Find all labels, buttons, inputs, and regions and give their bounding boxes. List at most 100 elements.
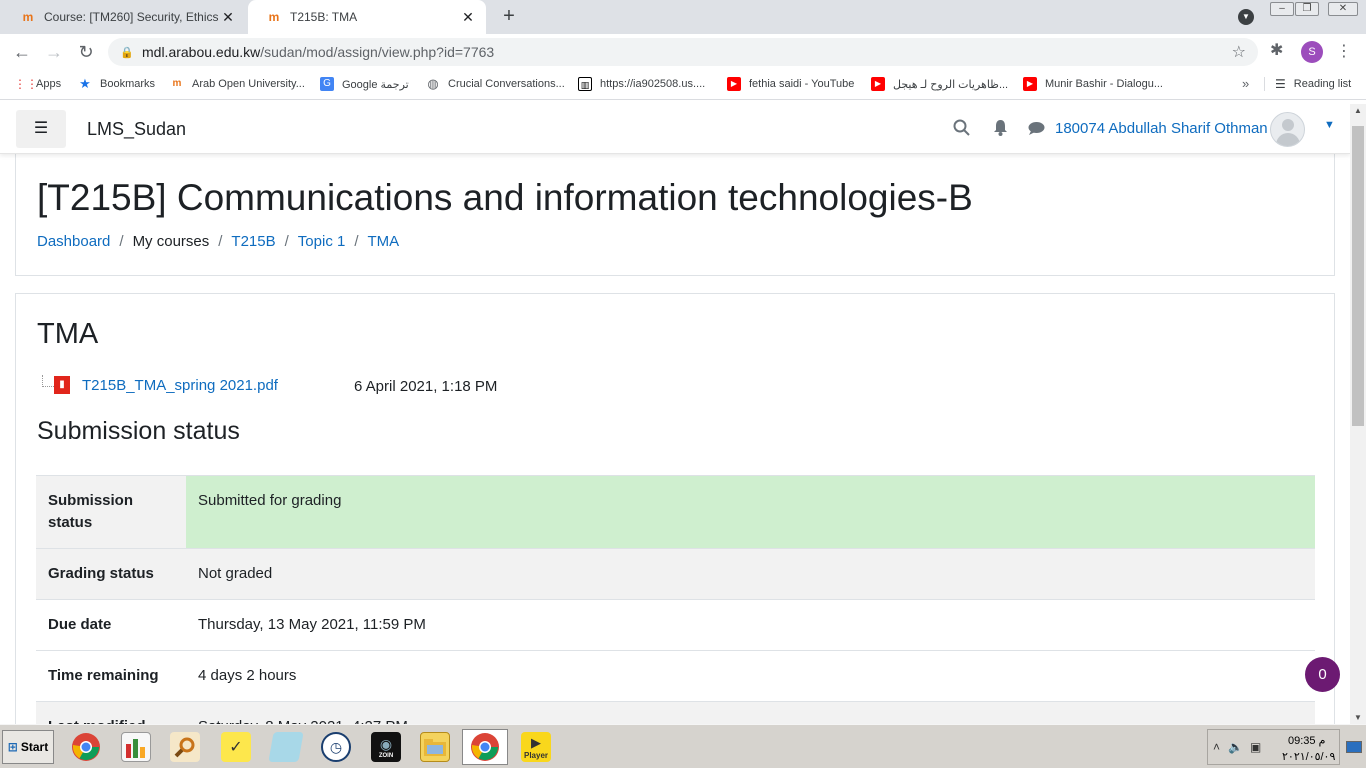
taskbar-sticky-notes[interactable]: ✓ [213, 729, 259, 765]
bookmark-bookmarks[interactable]: ★ Bookmarks [78, 77, 155, 91]
site-name[interactable]: LMS_Sudan [87, 119, 186, 140]
minimize-button[interactable]: – [1270, 2, 1294, 16]
player-icon: ▶ Player [521, 732, 551, 762]
restore-button[interactable]: ❐ [1295, 2, 1319, 16]
sticky-note-icon: ✓ [221, 732, 251, 762]
taskbar-glass-app[interactable] [263, 729, 309, 765]
show-hidden-icons-icon[interactable]: ˄ [1213, 740, 1220, 754]
reading-list-label: Reading list [1293, 78, 1352, 90]
tab-search-icon[interactable]: ▼ [1238, 9, 1254, 25]
notification-bell-icon[interactable] [993, 119, 1008, 140]
user-name[interactable]: 180074 Abdullah Sharif Othman [1055, 120, 1268, 137]
address-bar[interactable]: 🔒 mdl.arabou.edu.kw/sudan/mod/assign/vie… [108, 38, 1258, 66]
bookmark-aou[interactable]: m Arab Open University... [170, 77, 305, 91]
breadcrumb-course[interactable]: T215B [231, 233, 275, 250]
bookmark-youtube-munir[interactable]: ▶ Munir Bashir - Dialogu... [1023, 77, 1163, 91]
bookmark-youtube-fethia[interactable]: ▶ fethia saidi - YouTube [727, 77, 854, 91]
more-bookmarks-icon[interactable]: » [1242, 76, 1249, 91]
browser-tab[interactable]: m Course: [TM260] Security, Ethics and ✕ [2, 0, 246, 34]
browser-tab-active[interactable]: m T215B: TMA ✕ [248, 0, 486, 34]
youtube-icon: ▶ [1023, 77, 1037, 91]
taskbar-chart-app[interactable] [113, 729, 159, 765]
back-arrow-icon[interactable]: ← [10, 40, 34, 64]
taskbar-zoin[interactable]: ◉ ZOIN [363, 729, 409, 765]
avatar[interactable] [1270, 112, 1305, 147]
google-translate-icon: G [320, 77, 334, 91]
taskbar-chrome[interactable] [63, 729, 109, 765]
player-label: Player [523, 750, 549, 760]
file-link[interactable]: T215B_TMA_spring 2021.pdf [82, 377, 278, 394]
bookmark-label: fethia saidi - YouTube [749, 78, 855, 90]
breadcrumb-activity[interactable]: TMA [368, 233, 400, 250]
clock-time[interactable]: 09:35 م [1288, 734, 1325, 747]
volume-icon[interactable]: 🔈 [1228, 740, 1243, 754]
network-icon[interactable]: ▣ [1250, 740, 1261, 754]
bookmark-star-icon[interactable]: ☆ [1232, 42, 1246, 62]
chrome-icon [471, 733, 499, 761]
star-icon: ★ [79, 76, 91, 91]
bookmark-label: Google ترجمة [342, 78, 409, 91]
due-date-value: Thursday, 13 May 2021, 11:59 PM [186, 599, 1315, 651]
bookmark-archive[interactable]: ▥ https://ia902508.us.... [578, 77, 705, 91]
start-label: Start [20, 740, 49, 754]
close-tab-icon[interactable]: ✕ [460, 9, 476, 26]
time-remaining-value: 4 days 2 hours [186, 650, 1315, 702]
reload-icon[interactable]: ↻ [74, 40, 98, 64]
bookmark-youtube-hegel[interactable]: ▶ ظاهريات الروح لـ هيجل... [871, 77, 1008, 91]
taskbar-explorer[interactable] [412, 729, 458, 765]
browser-menu-icon[interactable]: ⋮ [1336, 41, 1352, 61]
menu-hamburger-icon[interactable]: ☰ [16, 110, 66, 148]
scroll-down-arrow-icon[interactable]: ▼ [1350, 713, 1366, 722]
browser-toolbar: ← → ↻ 🔒 mdl.arabou.edu.kw/sudan/mod/assi… [0, 34, 1366, 70]
profile-avatar[interactable]: S [1301, 41, 1323, 63]
scroll-thumb[interactable] [1352, 126, 1364, 426]
tree-connector [42, 375, 54, 387]
bookmark-label: Bookmarks [100, 78, 156, 90]
bookmark-crucial[interactable]: ◍ Crucial Conversations... [426, 77, 565, 91]
clock-date[interactable]: ٢٠٢١/٠٥/٠٩ [1282, 750, 1335, 763]
table-row: Last modified Saturday, 8 May 2021, 4:27… [36, 701, 1315, 724]
moodle-icon: m [22, 10, 34, 24]
taskbar-clock-app[interactable]: ◷ [313, 729, 359, 765]
page-header: [T215B] Communications and information t… [15, 154, 1335, 276]
bookmark-label: Crucial Conversations... [448, 78, 565, 90]
tab-title: T215B: TMA [290, 10, 358, 24]
reading-list-icon: ☰ [1275, 77, 1286, 91]
new-tab-button[interactable]: + [498, 5, 520, 27]
show-desktop-button[interactable] [1346, 741, 1362, 753]
breadcrumb: Dashboard / My courses / T215B / Topic 1/TMA [37, 233, 400, 250]
youtube-icon: ▶ [871, 77, 885, 91]
close-window-button[interactable]: ✕ [1328, 2, 1358, 16]
scrollbar[interactable]: ▲ ▼ [1350, 104, 1366, 724]
url-path: /sudan/mod/assign/view.php?id=7763 [260, 44, 495, 60]
breadcrumb-topic[interactable]: Topic 1 [298, 233, 346, 250]
archive-icon: ▥ [578, 77, 592, 91]
scroll-up-arrow-icon[interactable]: ▲ [1350, 106, 1366, 115]
close-tab-icon[interactable]: ✕ [220, 9, 236, 26]
extensions-puzzle-icon[interactable]: ✱ [1270, 40, 1283, 60]
bookmark-apps[interactable]: ⋮⋮ Apps [14, 77, 61, 91]
chat-bubble-icon[interactable] [1028, 121, 1045, 140]
row-label: Time remaining [36, 650, 186, 702]
forward-arrow-icon[interactable]: → [42, 40, 66, 64]
start-button[interactable]: ⊞ Start [2, 730, 54, 764]
taskbar-search-app[interactable] [162, 729, 208, 765]
search-icon[interactable] [953, 119, 970, 140]
taskbar-chrome-active[interactable] [462, 729, 508, 765]
reading-list-button[interactable]: ☰ Reading list [1264, 77, 1351, 91]
breadcrumb-dashboard[interactable]: Dashboard [37, 233, 110, 250]
last-modified-value: Saturday, 8 May 2021, 4:27 PM [186, 701, 1315, 724]
submission-status-table: Submission status Submitted for grading … [36, 475, 1315, 724]
bookmark-google-translate[interactable]: G Google ترجمة [320, 77, 409, 91]
taskbar-player[interactable]: ▶ Player [513, 729, 559, 765]
url-host: mdl.arabou.edu.kw [142, 44, 261, 60]
taskbar: ⊞ Start ✓ ◷ ◉ ZOIN ▶ Player ˄ 🔈 ▣ 09:35 … [0, 724, 1366, 768]
youtube-icon: ▶ [727, 77, 741, 91]
chrome-icon [72, 733, 100, 761]
bookmark-label: Arab Open University... [192, 78, 305, 90]
lock-icon: 🔒 [120, 47, 134, 59]
bookmark-label: https://ia902508.us.... [600, 78, 706, 90]
chevron-down-icon[interactable]: ▼ [1324, 119, 1335, 131]
glass-panel-icon [268, 732, 304, 762]
message-drawer-badge[interactable]: 0 [1305, 657, 1340, 692]
